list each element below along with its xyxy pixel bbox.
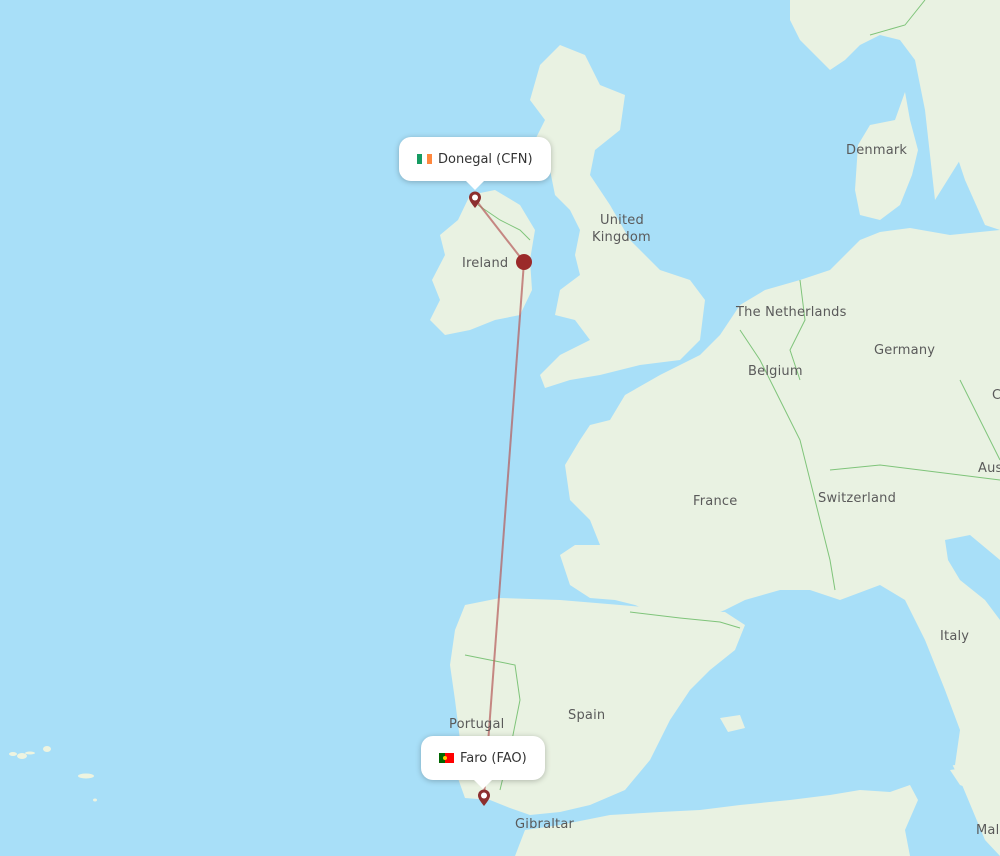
label-belgium: Belgium	[748, 364, 803, 379]
label-france: France	[693, 494, 738, 509]
label-portugal: Portugal	[449, 717, 505, 732]
origin-airport-name: Donegal (CFN)	[438, 151, 533, 167]
origin-popup[interactable]: Donegal (CFN)	[399, 137, 551, 190]
route-map[interactable]: Denmark United Kingdom Ireland The Nethe…	[0, 0, 1000, 856]
label-italy: Italy	[940, 629, 970, 644]
origin-pin-icon[interactable]	[468, 191, 482, 209]
label-czechia: C	[992, 388, 1000, 403]
destination-popup[interactable]: Faro (FAO)	[421, 736, 545, 789]
label-denmark: Denmark	[846, 143, 908, 158]
waypoint-dot-icon[interactable]	[516, 254, 532, 270]
destination-pin-icon[interactable]	[477, 789, 491, 807]
label-united-kingdom-line1: United	[600, 213, 644, 228]
route-segment-1	[474, 198, 525, 263]
label-spain: Spain	[568, 708, 606, 723]
label-gibraltar: Gibraltar	[515, 817, 575, 832]
label-switzerland: Switzerland	[818, 491, 897, 506]
label-malta: Mal	[976, 823, 1000, 838]
destination-airport-name: Faro (FAO)	[460, 750, 527, 766]
label-united-kingdom-line2: Kingdom	[592, 230, 651, 245]
portugal-flag-icon	[439, 753, 454, 763]
label-netherlands: The Netherlands	[736, 305, 847, 320]
label-germany: Germany	[874, 343, 936, 358]
label-austria: Aus	[978, 461, 1000, 476]
ireland-flag-icon	[417, 154, 432, 164]
label-ireland: Ireland	[462, 256, 509, 271]
